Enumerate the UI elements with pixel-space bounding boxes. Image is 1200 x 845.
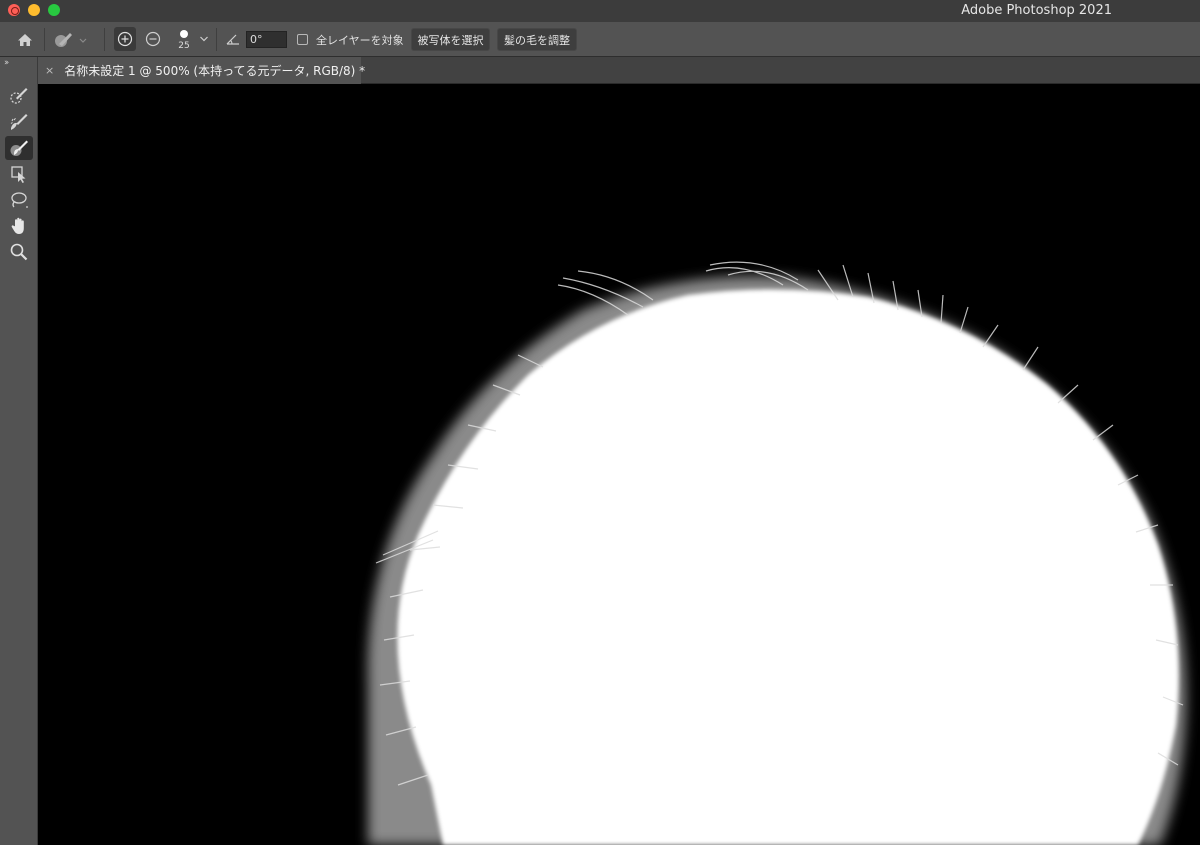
mask-preview-image [38, 85, 1200, 845]
zoom-tool[interactable] [5, 240, 33, 264]
tools-panel: ›› [0, 57, 38, 845]
brush-size-dropdown[interactable] [198, 32, 210, 46]
window-minimize-button[interactable] [28, 4, 40, 16]
plus-circle-icon [117, 31, 133, 47]
object-selection-tool[interactable] [5, 162, 33, 186]
window-close-button[interactable] [8, 4, 20, 16]
separator [44, 28, 45, 51]
document-title: 名称未設定 1 @ 500% (本持ってる元データ, RGB/8) * [64, 64, 366, 78]
angle-icon [226, 34, 239, 45]
add-to-mask-button[interactable] [114, 27, 136, 51]
title-bar: Adobe Photoshop 2021 [0, 0, 1200, 22]
hand-tool[interactable] [5, 214, 33, 238]
lasso-tool-icon [11, 192, 28, 208]
document-tab[interactable]: × 名称未設定 1 @ 500% (本持ってる元データ, RGB/8) * [38, 57, 365, 84]
brush-tip-icon [180, 29, 188, 38]
refine-edge-brush-tool-icon [10, 114, 28, 130]
brush-size-value: 25 [178, 40, 190, 51]
refine-hair-button[interactable]: 髪の毛を調整 [497, 28, 577, 51]
options-bar: 25 0° 全レイヤーを対象 被写体を選択 髪の毛を調整 [0, 22, 1200, 57]
collapse-panel-button[interactable]: ›› [4, 58, 9, 68]
minus-circle-icon [145, 31, 161, 47]
home-button[interactable] [14, 29, 36, 51]
brush-tool[interactable] [5, 136, 33, 160]
subtract-from-mask-button[interactable] [142, 28, 164, 50]
sample-all-layers-label: 全レイヤーを対象 [316, 34, 404, 47]
quick-selection-tool[interactable] [5, 84, 33, 108]
tool-preset-picker[interactable] [53, 29, 89, 51]
zoom-tool-icon [10, 243, 28, 261]
object-selection-tool-icon [11, 166, 26, 183]
quick-selection-tool-icon [10, 88, 28, 104]
lasso-tool[interactable] [5, 188, 33, 212]
close-tab-button[interactable]: × [45, 64, 54, 77]
brush-tool-icon [10, 140, 28, 156]
document-canvas[interactable] [38, 85, 1200, 845]
brush-preset-icon [55, 33, 87, 47]
separator [104, 28, 105, 51]
document-tab-bar: × 名称未設定 1 @ 500% (本持ってる元データ, RGB/8) * [38, 57, 1200, 84]
sample-all-layers-checkbox[interactable] [297, 34, 308, 45]
separator [216, 28, 217, 51]
angle-label [224, 30, 242, 48]
angle-input[interactable]: 0° [246, 31, 287, 48]
app-title: Adobe Photoshop 2021 [961, 3, 1112, 18]
refine-edge-brush-tool[interactable] [5, 110, 33, 134]
home-icon [18, 34, 32, 46]
window-maximize-button[interactable] [48, 4, 60, 16]
hand-tool-icon [11, 217, 24, 234]
select-subject-button[interactable]: 被写体を選択 [411, 28, 490, 51]
chevron-down-icon [200, 36, 208, 42]
brush-size-picker[interactable]: 25 [172, 25, 196, 55]
